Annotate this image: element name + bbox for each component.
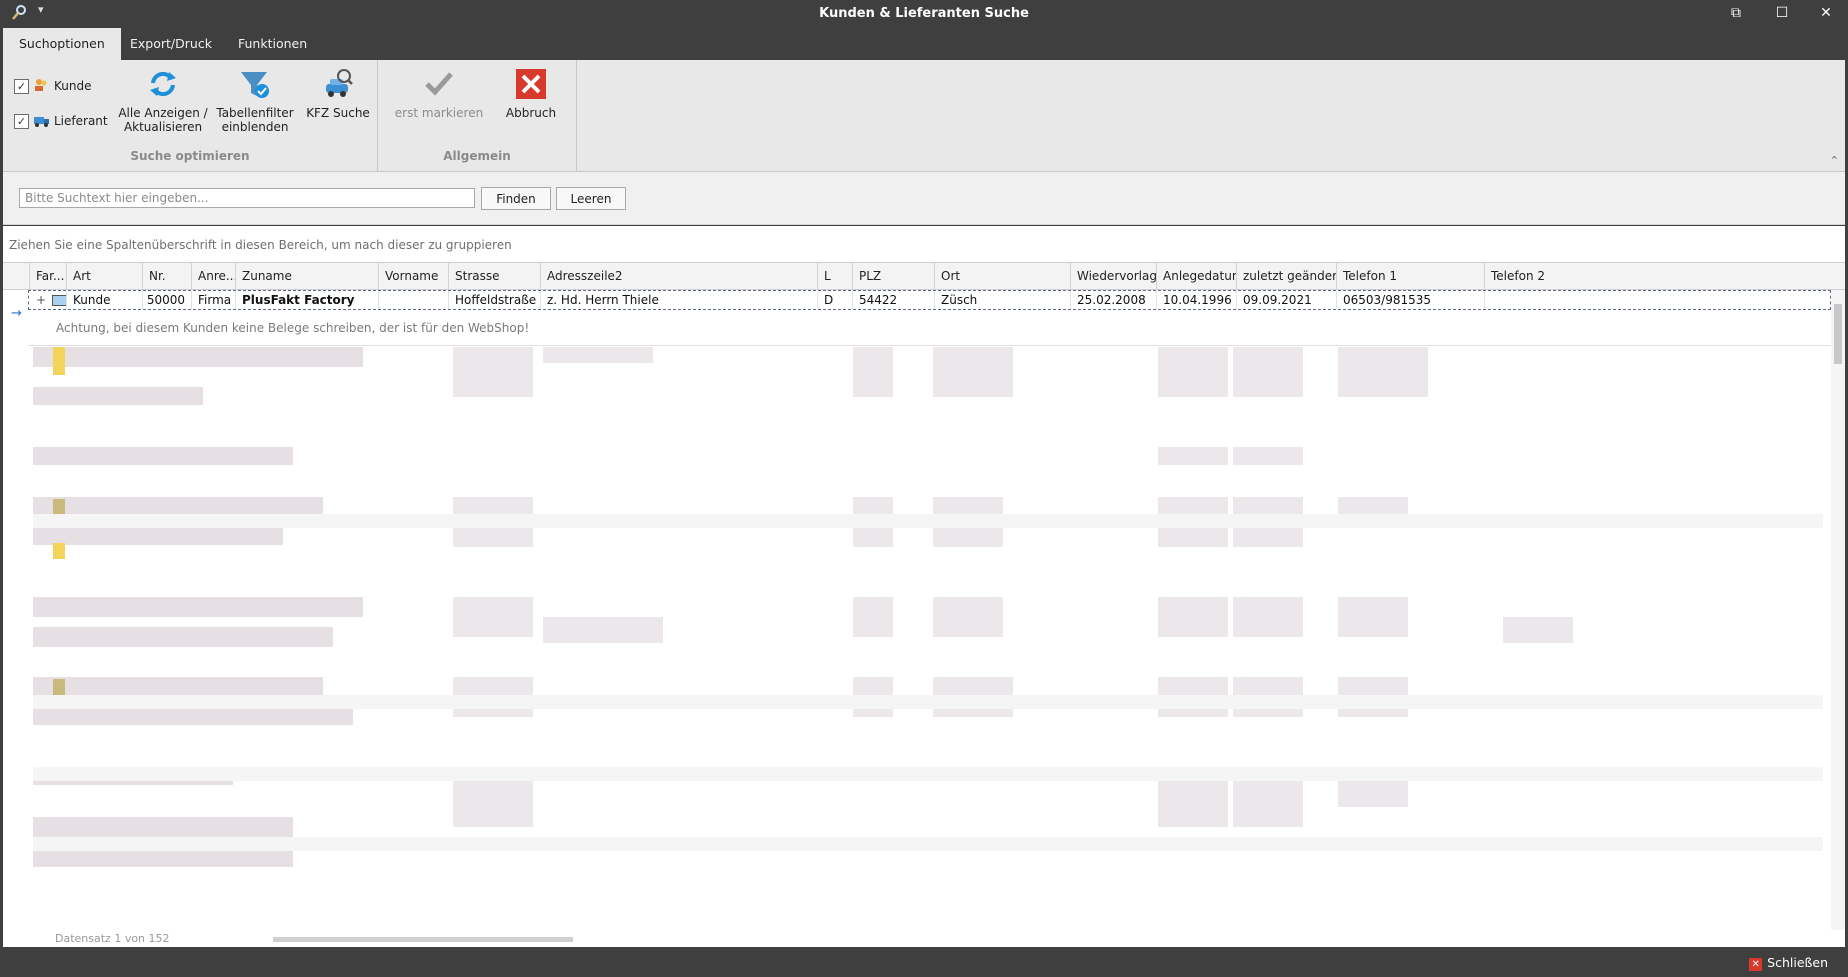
cell-plz: 54422 (852, 291, 934, 309)
cell-telefon2 (1484, 291, 1830, 309)
row-indicator-arrow-icon: → (11, 306, 22, 321)
close-button[interactable]: ✕ Schließen (1749, 955, 1828, 971)
kunde-checkbox[interactable]: ✓ (14, 79, 29, 94)
kunde-label: Kunde (54, 79, 92, 93)
column-header-zuname[interactable]: Zuname (235, 263, 378, 289)
column-header-strasse[interactable]: Strasse (448, 263, 540, 289)
cell-nr: 50000 (142, 291, 191, 309)
title-bar: ▾ Kunden & Lieferanten Suche ⧉ ☐ ✕ (0, 0, 1848, 28)
restore-window-button[interactable]: ⧉ (1714, 0, 1758, 28)
column-header-land[interactable]: L (817, 263, 852, 289)
group-by-hint: Ziehen Sie eine Spaltenüberschrift in di… (9, 238, 512, 252)
tab-export-druck[interactable]: Export/Druck (114, 28, 228, 60)
refresh-icon (145, 66, 181, 102)
tab-suchoptionen[interactable]: Suchoptionen (3, 28, 121, 60)
vertical-scrollbar-thumb[interactable] (1834, 304, 1842, 364)
column-header-vorname[interactable]: Vorname (378, 263, 448, 289)
search-input[interactable] (19, 188, 475, 208)
column-header-plz[interactable]: PLZ (852, 263, 934, 289)
checkmark-icon (421, 66, 457, 102)
close-window-button[interactable]: ✕ (1804, 0, 1848, 28)
abort-button[interactable]: Abbruch (496, 66, 566, 120)
kfz-search-button[interactable]: KFZ Suche (301, 66, 375, 120)
search-panel: Finden Leeren (3, 172, 1845, 225)
table-filter-button[interactable]: Tabellenfilter einblenden (211, 66, 299, 134)
group-by-panel[interactable]: Ziehen Sie eine Spaltenüberschrift in di… (3, 226, 1845, 262)
row-color-swatch (52, 295, 66, 306)
cell-adresszeile2: z. Hd. Herrn Thiele (540, 291, 817, 309)
cell-zuletzt-geaendert: 09.09.2021 (1236, 291, 1336, 309)
group-allgemein: erst markieren Abbruch Allgemein (378, 60, 577, 171)
truck-icon (34, 114, 50, 131)
cell-zuname: PlusFakt Factory (235, 291, 378, 309)
ribbon: ✓ Kunde ✓ Lieferant Alle Anzeigen / Aktu… (3, 60, 1845, 172)
record-count: Datensatz 1 von 152 (55, 932, 170, 945)
window-title: Kunden & Lieferanten Suche (819, 6, 1029, 21)
ribbon-tabs: Suchoptionen Export/Druck Funktionen (0, 28, 1848, 60)
filter-icon (237, 66, 273, 102)
find-button[interactable]: Finden (481, 187, 551, 210)
lieferant-label: Lieferant (54, 114, 108, 128)
cell-vorname (378, 291, 448, 309)
row-detail-note: Achtung, bei diesem Kunden keine Belege … (28, 311, 1831, 346)
record-navigator: Datensatz 1 von 152 (3, 932, 1845, 946)
column-header-art[interactable]: Art (66, 263, 142, 289)
cell-telefon1: 06503/981535 (1336, 291, 1484, 309)
tab-funktionen[interactable]: Funktionen (222, 28, 323, 60)
cell-ort: Züsch (934, 291, 1070, 309)
footer-bar: ✕ Schließen (0, 950, 1848, 977)
refresh-all-button[interactable]: Alle Anzeigen / Aktualisieren (115, 66, 211, 134)
detail-note-text: Achtung, bei diesem Kunden keine Belege … (56, 321, 530, 335)
clear-button[interactable]: Leeren (556, 187, 626, 210)
group-caption-allgemein: Allgemein (443, 149, 511, 163)
cell-anlegedatum: 10.04.1996 (1156, 291, 1236, 309)
collapse-ribbon-icon[interactable]: ⌃ (1830, 154, 1839, 167)
row-expand-toggle[interactable]: + (30, 291, 66, 309)
column-header-farbe[interactable]: Far... (29, 263, 66, 289)
cell-wiedervorlage: 25.02.2008 (1070, 291, 1156, 309)
car-search-icon (320, 66, 356, 102)
column-header-anlegedatum[interactable]: Anlegedatum (1156, 263, 1236, 289)
obscured-rows (23, 347, 1843, 947)
column-header-nr[interactable]: Nr. (142, 263, 191, 289)
mark-first-button[interactable]: erst markieren (392, 66, 486, 120)
column-header-ort[interactable]: Ort (934, 263, 1070, 289)
column-header-anrede[interactable]: Anre... (191, 263, 235, 289)
group-caption-suche-optimieren: Suche optimieren (130, 149, 250, 163)
column-header-wiedervorlage[interactable]: Wiedervorlage (1070, 263, 1156, 289)
column-header-zuletzt-geaendert[interactable]: zuletzt geändert (1236, 263, 1336, 289)
maximize-button[interactable]: ☐ (1760, 0, 1804, 28)
table-row-selected[interactable]: + Kunde 50000 Firma PlusFakt Factory Hof… (28, 290, 1831, 310)
horizontal-scrollbar-thumb[interactable] (273, 937, 573, 942)
column-header-telefon1[interactable]: Telefon 1 (1336, 263, 1484, 289)
group-suche-optimieren: ✓ Kunde ✓ Lieferant Alle Anzeigen / Aktu… (3, 60, 378, 171)
grid-header: Far... Art Nr. Anre... Zuname Vorname St… (3, 263, 1845, 290)
abort-x-icon (513, 66, 549, 102)
close-x-icon: ✕ (1749, 958, 1763, 971)
cell-anrede: Firma (191, 291, 235, 309)
kunde-icon (34, 78, 48, 95)
cell-art: Kunde (66, 291, 142, 309)
lieferant-checkbox[interactable]: ✓ (14, 114, 29, 129)
cell-land: D (817, 291, 852, 309)
data-grid: Far... Art Nr. Anre... Zuname Vorname St… (3, 262, 1845, 947)
cell-strasse: Hoffeldstraße 9 (448, 291, 540, 309)
column-header-telefon2[interactable]: Telefon 2 (1484, 263, 1845, 289)
column-header-adresszeile2[interactable]: Adresszeile2 (540, 263, 817, 289)
vertical-scrollbar[interactable] (1831, 290, 1845, 930)
